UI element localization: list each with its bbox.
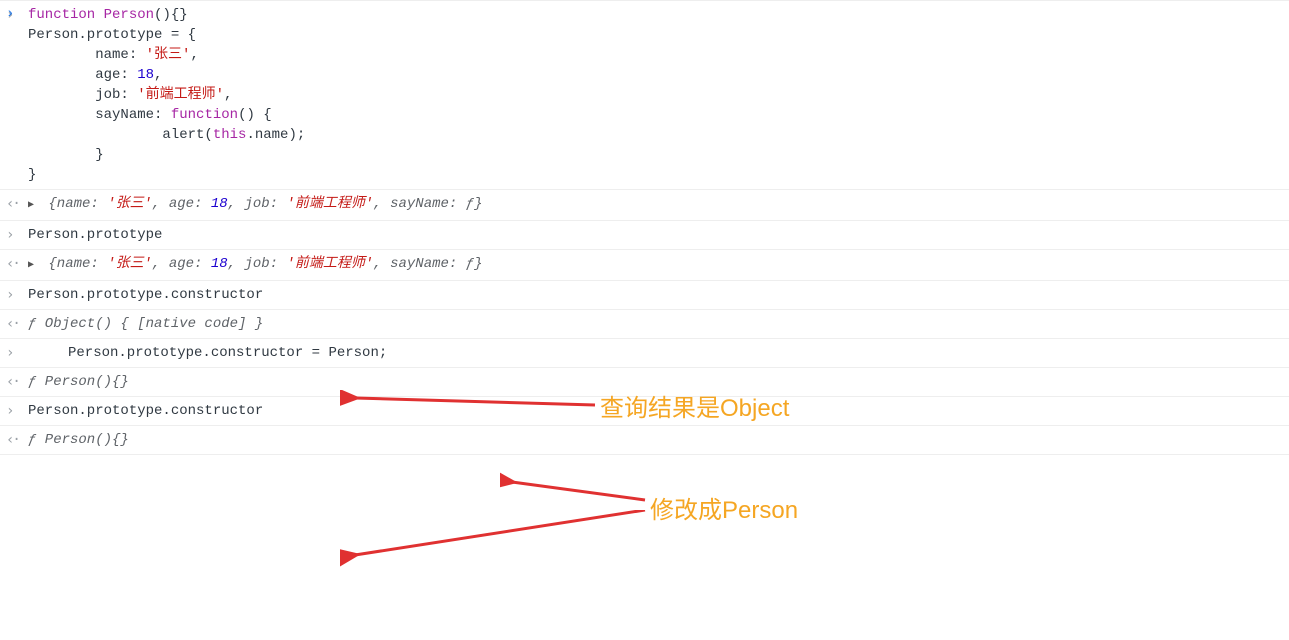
annotation-arrow-2 (500, 470, 650, 510)
console-row-input-5: Person.prototype.constructor (0, 396, 1289, 425)
console-row-output-5: ƒ Person(){} (0, 425, 1289, 454)
output-arrow-icon (6, 254, 24, 274)
object-preview[interactable]: {name: '张三', age: 18, job: '前端工程师', sayN… (48, 196, 482, 212)
console-row-input-4: Person.prototype.constructor = Person; (0, 338, 1289, 367)
expand-icon[interactable] (28, 194, 40, 216)
console-row-output-4: ƒ Person(){} (0, 367, 1289, 396)
output-arrow-icon (6, 314, 24, 334)
console-row-output-3: ƒ Object() { [native code] } (0, 309, 1289, 338)
console-row-input-3: Person.prototype.constructor (0, 280, 1289, 309)
console-row-output-1: {name: '张三', age: 18, job: '前端工程师', sayN… (0, 189, 1289, 220)
input-arrow-icon (6, 285, 24, 305)
function-preview[interactable]: ƒ Object() { [native code] } (28, 316, 263, 332)
function-preview[interactable]: ƒ Person(){} (28, 432, 129, 448)
output-arrow-icon (6, 194, 24, 214)
annotation-arrow-3 (340, 510, 650, 570)
prompt-arrow-icon (6, 6, 14, 22)
code-line[interactable]: Person.prototype.constructor (28, 287, 263, 303)
input-arrow-icon (6, 225, 24, 245)
annotation-text-2: 修改成Person (650, 490, 798, 525)
code-block[interactable]: function Person(){} Person.prototype = {… (28, 5, 1289, 185)
input-arrow-icon (6, 401, 24, 421)
function-preview[interactable]: ƒ Person(){} (28, 374, 129, 390)
object-preview[interactable]: {name: '张三', age: 18, job: '前端工程师', sayN… (48, 256, 482, 272)
input-arrow-icon (6, 343, 24, 363)
console-row-input-2: Person.prototype (0, 220, 1289, 249)
expand-icon[interactable] (28, 254, 40, 276)
output-arrow-icon (6, 372, 24, 392)
console-row-output-2: {name: '张三', age: 18, job: '前端工程师', sayN… (0, 249, 1289, 280)
code-line[interactable]: Person.prototype.constructor = Person; (28, 345, 387, 361)
console-row-input-1: function Person(){} Person.prototype = {… (0, 0, 1289, 189)
console-prompt-row[interactable] (0, 454, 1289, 467)
output-arrow-icon (6, 430, 24, 450)
code-line[interactable]: Person.prototype.constructor (28, 403, 263, 419)
code-line[interactable]: Person.prototype (28, 227, 162, 243)
